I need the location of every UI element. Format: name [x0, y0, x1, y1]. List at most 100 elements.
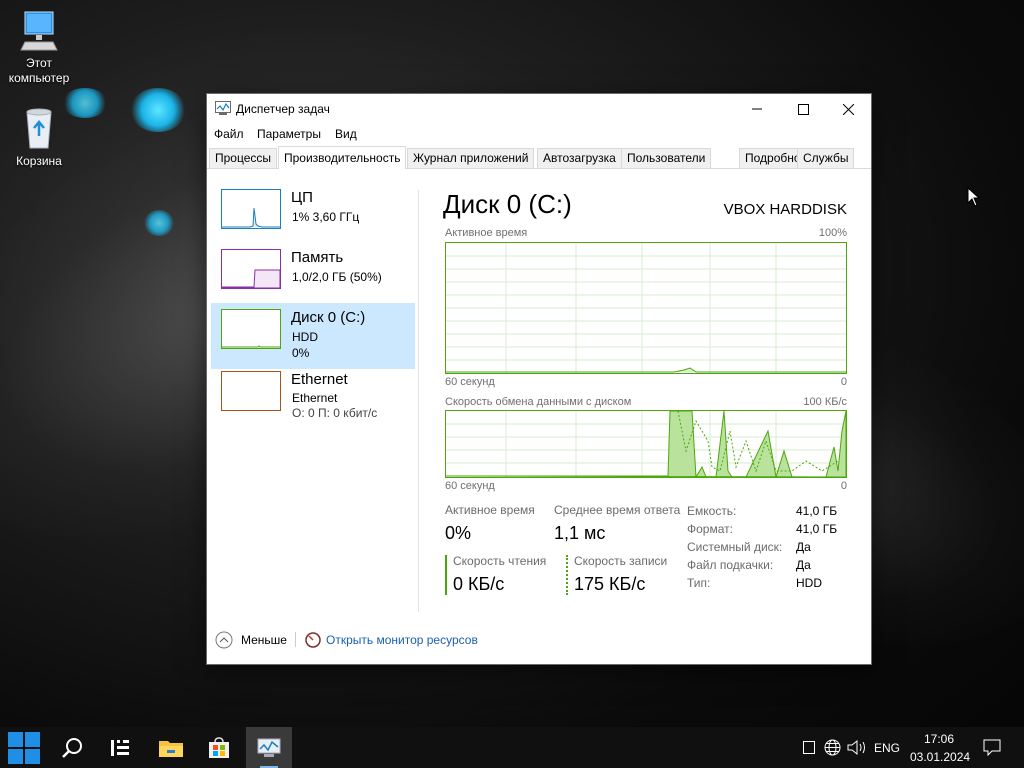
- read-speed-marker: [445, 555, 447, 595]
- resource-detail: Ethernet: [292, 391, 338, 405]
- network-globe-icon[interactable]: [824, 739, 841, 756]
- ethernet-thumbnail: [221, 371, 281, 411]
- active-time-value: 0%: [445, 523, 472, 543]
- start-button[interactable]: [1, 727, 47, 768]
- maximize-icon: [797, 103, 809, 115]
- task-view-button[interactable]: [97, 727, 143, 768]
- system-disk-value: Да: [796, 540, 811, 554]
- minimize-button[interactable]: [734, 94, 780, 124]
- mouse-cursor-icon: [967, 187, 981, 207]
- tab-processes[interactable]: Процессы: [209, 148, 278, 168]
- graph2-max: 100 КБ/с: [803, 396, 847, 408]
- close-button[interactable]: [825, 94, 871, 124]
- graph2-label: Скорость обмена данными с диском: [445, 396, 632, 408]
- read-speed-value: 0 КБ/с: [453, 574, 505, 594]
- tab-users[interactable]: Пользователи: [621, 148, 712, 168]
- computer-icon: [20, 11, 58, 51]
- write-speed-marker: [566, 555, 568, 595]
- desktop-icon-label: Этот компьютер: [8, 56, 70, 85]
- tab-startup[interactable]: Автозагрузка: [537, 148, 622, 168]
- graph1-max: 100%: [818, 227, 847, 239]
- resource-detail: 1% 3,60 ГГц: [292, 210, 360, 224]
- write-speed-label: Скорость записи: [574, 554, 668, 568]
- graph2-time: 60 секунд: [445, 480, 495, 492]
- graph2-min: 0: [840, 480, 847, 492]
- wallpaper-glow: [144, 210, 174, 236]
- desktop-icon-this-pc[interactable]: Этот компьютер: [1, 10, 77, 86]
- menu-file[interactable]: Файл: [214, 127, 244, 141]
- file-explorer-button[interactable]: [148, 727, 194, 768]
- panel-divider: [418, 190, 419, 612]
- windows-logo-icon: [8, 731, 40, 764]
- close-icon: [842, 103, 854, 115]
- notification-box-icon[interactable]: [803, 741, 815, 754]
- capacity-key: Емкость:: [687, 504, 737, 518]
- tab-services[interactable]: Службы: [797, 148, 855, 168]
- graph1-min: 0: [840, 376, 847, 388]
- resource-detail: 1,0/2,0 ГБ (50%): [292, 270, 382, 284]
- capacity-value: 41,0 ГБ: [796, 504, 838, 518]
- open-resource-monitor-link[interactable]: Открыть монитор ресурсов: [326, 633, 478, 647]
- tab-app-history[interactable]: Журнал приложений: [407, 148, 535, 168]
- resource-detail: О: 0 П: 0 кбит/с: [292, 406, 378, 420]
- resource-name: Память: [291, 249, 344, 266]
- write-speed-value: 175 КБ/с: [574, 574, 646, 594]
- resource-item-memory[interactable]: Память 1,0/2,0 ГБ (50%): [211, 243, 415, 309]
- task-manager-icon: [257, 738, 281, 757]
- resource-item-disk[interactable]: Диск 0 (C:) HDD 0%: [211, 303, 415, 369]
- format-value: 41,0 ГБ: [796, 522, 838, 536]
- task-manager-taskbar-button[interactable]: [246, 727, 292, 768]
- minimize-icon: [752, 108, 762, 110]
- resource-item-ethernet[interactable]: Ethernet Ethernet О: 0 П: 0 кбит/с: [211, 369, 415, 435]
- memory-thumbnail: [221, 249, 281, 289]
- response-time-label: Среднее время ответа: [554, 503, 681, 517]
- footer-divider: [295, 632, 296, 647]
- type-value: HDD: [796, 576, 822, 590]
- active-time-graph: [445, 242, 847, 374]
- resource-detail: 0%: [292, 346, 310, 360]
- window-title: Диспетчер задач: [236, 102, 330, 116]
- resource-monitor-icon: [305, 632, 321, 648]
- clock-time[interactable]: 17:06: [924, 732, 954, 746]
- response-time-value: 1,1 мс: [554, 523, 606, 543]
- desktop-icon-recycle-bin[interactable]: Корзина: [1, 106, 77, 169]
- folder-icon: [159, 740, 183, 757]
- search-button[interactable]: [49, 727, 95, 768]
- task-view-icon: [111, 739, 129, 756]
- fewer-details-button[interactable]: Меньше: [241, 633, 287, 647]
- chevron-up-icon[interactable]: [215, 631, 233, 649]
- clock-date[interactable]: 03.01.2024: [910, 750, 970, 764]
- type-key: Тип:: [687, 576, 711, 590]
- resource-name: Диск 0 (C:): [291, 309, 366, 326]
- notifications-icon[interactable]: [983, 739, 1001, 756]
- disk-heading: Диск 0 (C:): [443, 189, 572, 219]
- task-manager-icon: [215, 101, 231, 115]
- active-time-label: Активное время: [445, 503, 535, 517]
- tab-performance[interactable]: Производительность: [278, 146, 407, 169]
- volume-icon[interactable]: [847, 739, 867, 756]
- search-icon: [62, 737, 82, 758]
- read-speed-label: Скорость чтения: [453, 554, 547, 568]
- transfer-rate-graph: [445, 410, 847, 478]
- title-bar[interactable]: Диспетчер задач: [207, 94, 871, 124]
- language-indicator[interactable]: ENG: [874, 741, 900, 755]
- maximize-button[interactable]: [780, 94, 826, 124]
- disk-thumbnail: [221, 309, 281, 349]
- menu-options[interactable]: Параметры: [257, 127, 321, 141]
- store-button[interactable]: [196, 727, 242, 768]
- taskbar: ENG 17:06 03.01.2024: [0, 727, 1024, 768]
- system-disk-key: Системный диск:: [687, 540, 783, 554]
- wallpaper-glow: [130, 88, 186, 132]
- resource-item-cpu[interactable]: ЦП 1% 3,60 ГГц: [211, 183, 415, 249]
- task-manager-window: Диспетчер задач Файл Параметры Вид Проце…: [207, 94, 871, 664]
- resource-name: Ethernet: [291, 371, 348, 388]
- menu-view[interactable]: Вид: [335, 127, 357, 141]
- graph1-label: Активное время: [445, 227, 528, 239]
- store-icon: [209, 736, 229, 758]
- format-key: Формат:: [687, 522, 733, 536]
- resource-detail: HDD: [292, 330, 318, 344]
- recycle-bin-icon: [26, 108, 52, 149]
- desktop-icon-label: Корзина: [16, 154, 62, 168]
- menu-bar: Файл Параметры Вид: [207, 124, 871, 146]
- resource-name: ЦП: [291, 189, 313, 206]
